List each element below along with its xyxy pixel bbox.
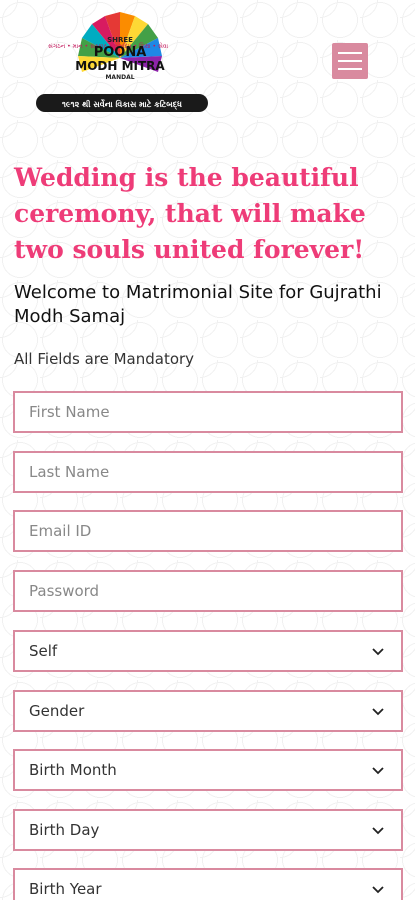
email-field[interactable] [13,510,403,552]
last-name-field[interactable] [13,451,403,493]
chevron-down-icon [372,767,384,775]
birth-day-select[interactable]: Birth Day [13,809,403,851]
chevron-down-icon [372,827,384,835]
logo-ribbon-text: ૧૯૧૨ થી સર્વેના વિકાસ માટે કટિબદ્ધ [62,98,182,110]
profile-for-value: Self [29,642,58,660]
profile-for-select[interactable]: Self [13,630,403,672]
logo-line-3: MODH MITRA [75,59,165,73]
mandatory-note: All Fields are Mandatory [14,350,195,368]
hamburger-menu-button[interactable] [332,43,368,79]
hamburger-icon-bar [338,60,362,62]
last-name-input[interactable] [29,453,401,491]
hamburger-icon [338,52,362,54]
birth-year-value: Birth Year [29,880,102,898]
hamburger-icon-bar [338,68,362,70]
chevron-down-icon [372,708,384,716]
site-header: સંગઠન • માન • સંસ્કાર • સમૃદ્ધિ • શિક્ષા… [0,0,415,120]
chevron-down-icon [372,648,384,656]
birth-day-value: Birth Day [29,821,100,839]
birth-month-select[interactable]: Birth Month [13,749,403,791]
birth-month-value: Birth Month [29,761,117,779]
email-input[interactable] [29,512,401,550]
first-name-input[interactable] [29,393,401,431]
first-name-field[interactable] [13,391,403,433]
password-field[interactable] [13,570,403,612]
hero-tagline: Wedding is the beautiful ceremony, that … [14,163,366,264]
welcome-text: Welcome to Matrimonial Site for Gujrathi… [14,282,382,327]
logo-line-4: MANDAL [105,74,134,81]
birth-year-select[interactable]: Birth Year [13,868,403,900]
logo-line-1: SHREE [107,36,133,44]
gender-value: Gender [29,702,85,720]
mandal-logo[interactable]: સંગઠન • માન • સંસ્કાર • સમૃદ્ધિ • શિક્ષા… [30,8,210,116]
logo-line-2: POONA [94,45,147,60]
gender-select[interactable]: Gender [13,690,403,732]
password-input[interactable] [29,572,401,610]
chevron-down-icon [372,886,384,894]
